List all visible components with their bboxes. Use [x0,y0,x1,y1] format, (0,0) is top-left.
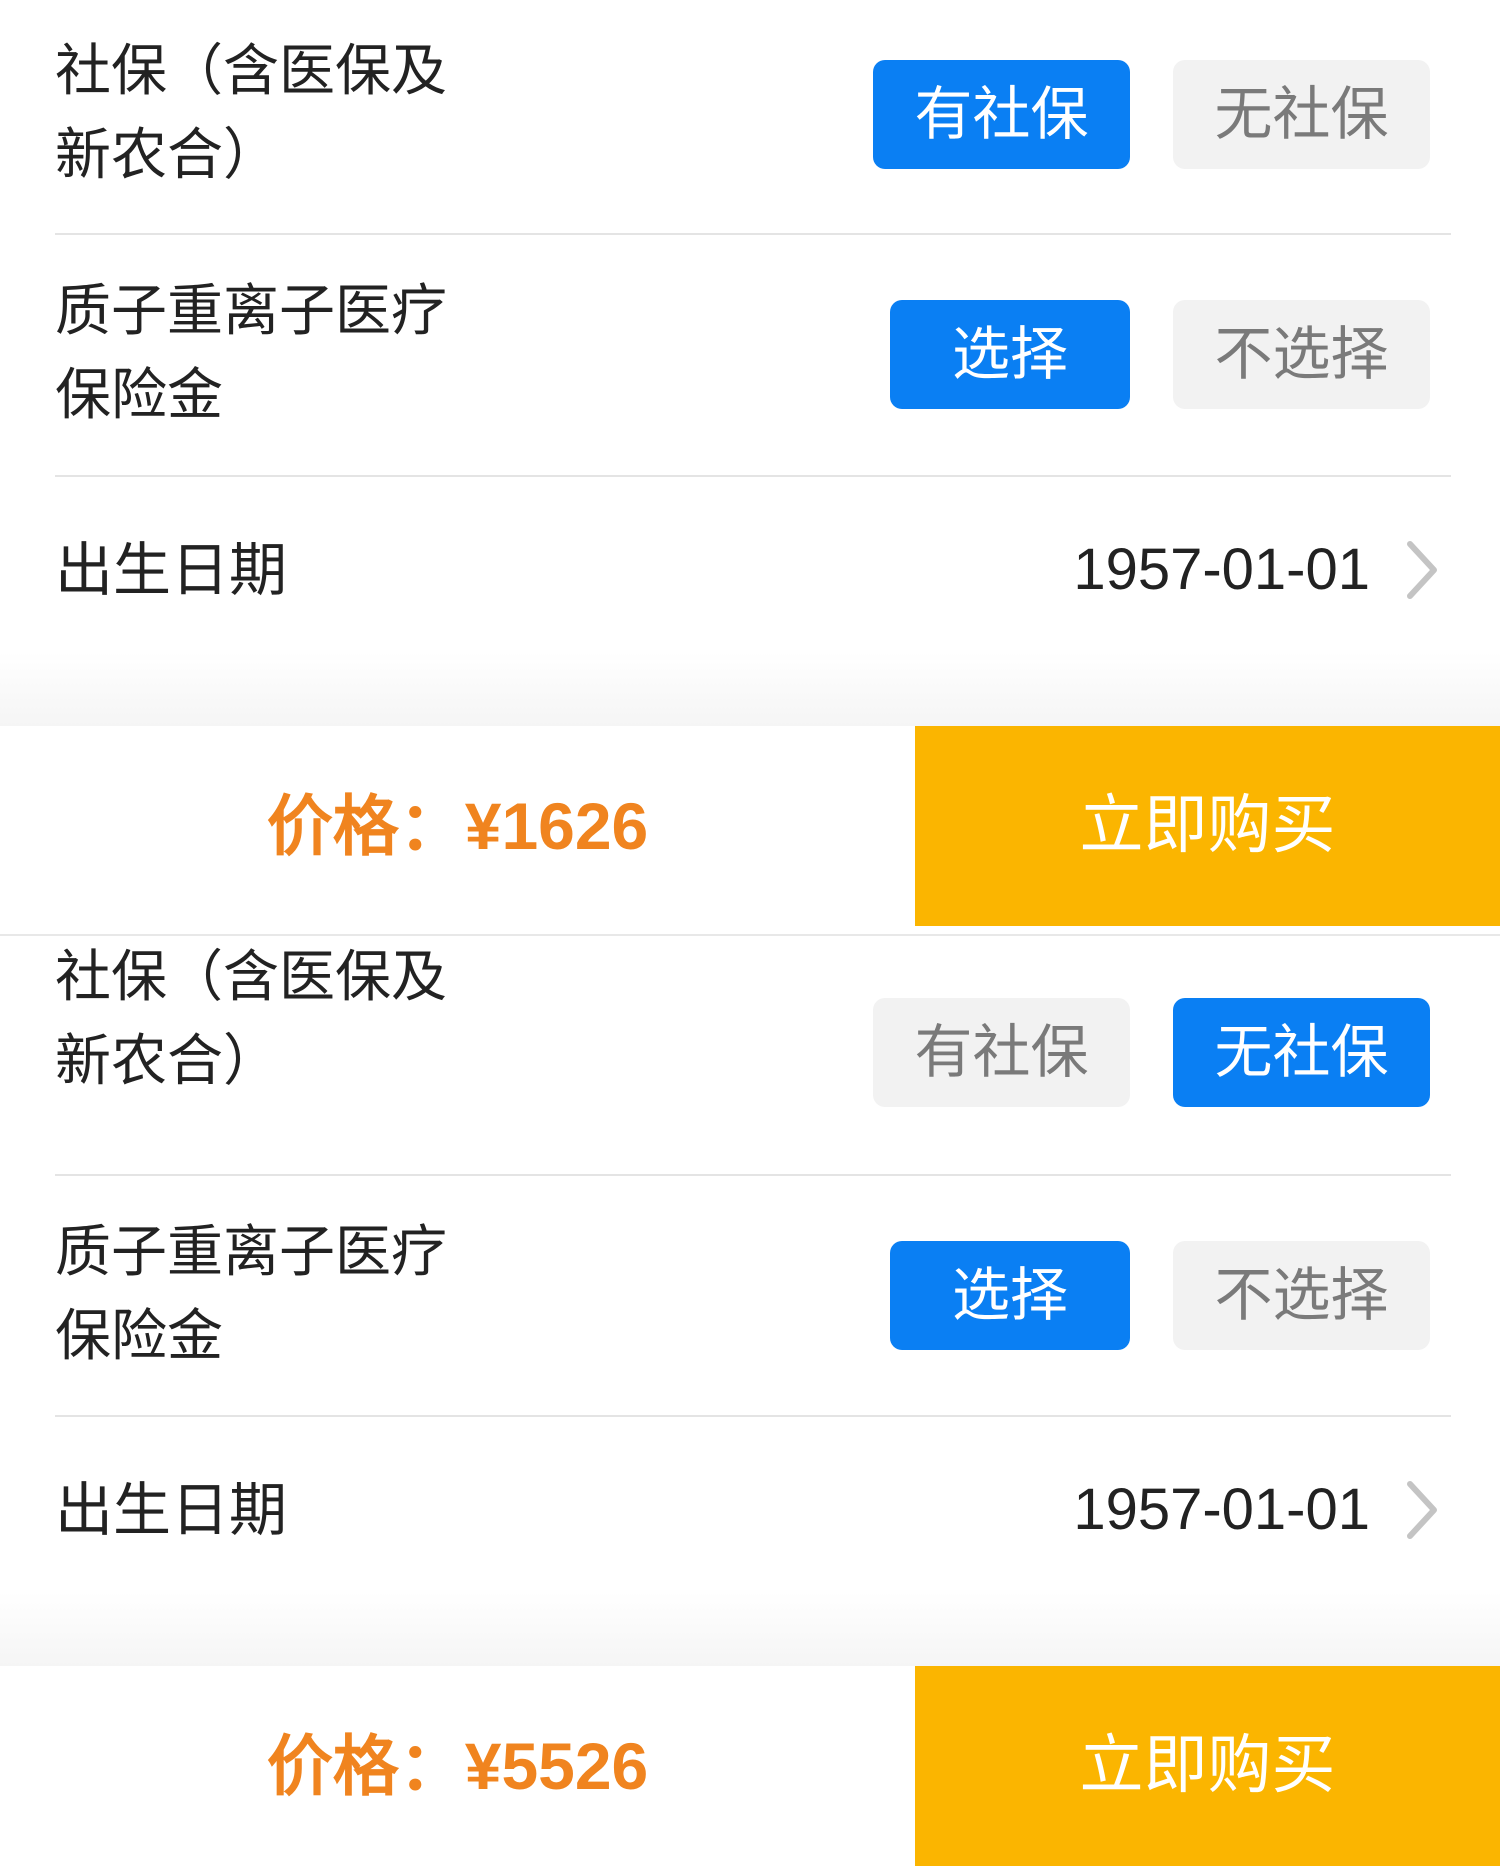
birth-date-row[interactable]: 出生日期 1957-01-01 [0,1470,1500,1550]
price-amount: ¥5526 [464,1729,649,1803]
divider [55,1174,1451,1176]
divider [55,475,1451,477]
deselect-button[interactable]: 不选择 [1173,300,1430,409]
divider [55,233,1451,235]
birth-date-value: 1957-01-01 [1073,1477,1370,1542]
birth-date-label: 出生日期 [55,1476,288,1544]
price-display: 价格：¥5526 [0,1666,915,1866]
section-gap [0,1592,1500,1666]
deselect-button[interactable]: 不选择 [1173,1241,1430,1350]
section-gap [0,652,1500,726]
proton-therapy-label: 质子重离子医疗 保险金 [55,1220,447,1369]
social-insurance-label: 社保（含医保及 新农合） [55,945,447,1094]
no-social-insurance-button[interactable]: 无社保 [1173,60,1430,169]
proton-therapy-row: 质子重离子医疗 保险金 选择 不选择 [0,270,1500,440]
quote-panel-2: 社保（含医保及 新农合） 有社保 无社保 质子重离子医疗 保险金 选择 不选择 … [0,934,1500,1866]
select-button[interactable]: 选择 [890,1241,1130,1350]
has-social-insurance-button[interactable]: 有社保 [873,998,1130,1107]
divider [55,1415,1451,1417]
price-prefix: 价格： [266,788,465,865]
price-display: 价格：¥1626 [0,726,915,926]
proton-therapy-row: 质子重离子医疗 保险金 选择 不选择 [0,1211,1500,1381]
social-insurance-label: 社保（含医保及 新农合） [55,39,447,188]
has-social-insurance-button[interactable]: 有社保 [873,60,1130,169]
quote-panel-1: 社保（含医保及 新农合） 有社保 无社保 质子重离子医疗 保险金 选择 不选择 … [0,0,1500,926]
price-amount: ¥1626 [464,789,649,863]
buy-now-button[interactable]: 立即购买 [915,1666,1500,1866]
no-social-insurance-button[interactable]: 无社保 [1173,998,1430,1107]
chevron-right-icon [1407,1481,1437,1539]
proton-therapy-label: 质子重离子医疗 保险金 [55,279,447,428]
buy-now-button[interactable]: 立即购买 [915,726,1500,926]
birth-date-value: 1957-01-01 [1073,537,1370,602]
purchase-bar: 价格：¥5526 立即购买 [0,1666,1500,1866]
birth-date-label: 出生日期 [55,536,288,604]
purchase-bar: 价格：¥1626 立即购买 [0,726,1500,926]
select-button[interactable]: 选择 [890,300,1130,409]
chevron-right-icon [1407,541,1437,599]
price-prefix: 价格： [266,1728,465,1805]
social-insurance-row: 社保（含医保及 新农合） 有社保 无社保 [0,936,1500,1107]
social-insurance-row: 社保（含医保及 新农合） 有社保 无社保 [0,30,1500,200]
birth-date-row[interactable]: 出生日期 1957-01-01 [0,530,1500,610]
